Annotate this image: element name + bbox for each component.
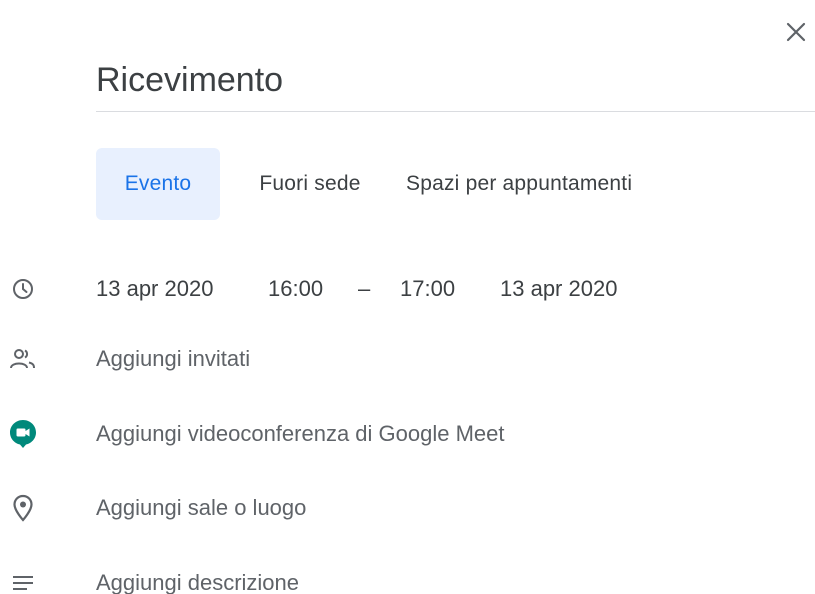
add-guests-row[interactable]: Aggiungi invitati xyxy=(0,339,815,379)
event-type-tabs: Evento Fuori sede Spazi per appuntamenti xyxy=(96,148,751,220)
location-pin-icon xyxy=(8,493,38,523)
time-separator: – xyxy=(358,276,371,301)
add-meet-row[interactable]: Aggiungi videoconferenza di Google Meet xyxy=(0,414,815,454)
add-meet-label: Aggiungi videoconferenza di Google Meet xyxy=(96,421,505,446)
clock-icon xyxy=(8,274,38,304)
end-date[interactable]: 13 apr 2020 xyxy=(500,276,617,302)
start-date[interactable]: 13 apr 2020 xyxy=(96,276,213,302)
close-icon xyxy=(786,22,806,42)
add-description-label: Aggiungi descrizione xyxy=(96,570,300,594)
close-button[interactable] xyxy=(781,17,811,47)
tab-evento[interactable]: Evento xyxy=(96,148,220,220)
tab-spazi-appuntamenti-label: Spazi per appuntamenti xyxy=(406,172,633,195)
add-location-label: Aggiungi sale o luogo xyxy=(96,495,307,520)
datetime-row: 13 apr 2020 16:00 – 17:00 13 apr 2020 xyxy=(0,269,815,309)
event-dialog: Evento Fuori sede Spazi per appuntamenti… xyxy=(0,0,815,594)
google-meet-icon xyxy=(8,419,38,449)
tab-fuori-sede[interactable]: Fuori sede xyxy=(220,148,406,220)
add-location-row[interactable]: Aggiungi sale o luogo xyxy=(0,488,815,528)
tab-fuori-sede-label: Fuori sede xyxy=(259,172,361,195)
end-time[interactable]: 17:00 xyxy=(400,276,455,302)
tab-spazi-appuntamenti[interactable]: Spazi per appuntamenti xyxy=(406,148,751,220)
add-guests-label: Aggiungi invitati xyxy=(96,346,251,371)
title-field-container xyxy=(96,56,815,112)
add-description-row[interactable]: Aggiungi descrizione xyxy=(0,563,815,594)
event-title-input[interactable] xyxy=(96,56,815,104)
tab-evento-label: Evento xyxy=(124,172,192,195)
description-lines-icon xyxy=(8,568,38,594)
start-time[interactable]: 16:00 xyxy=(268,276,323,302)
people-icon xyxy=(8,344,38,374)
